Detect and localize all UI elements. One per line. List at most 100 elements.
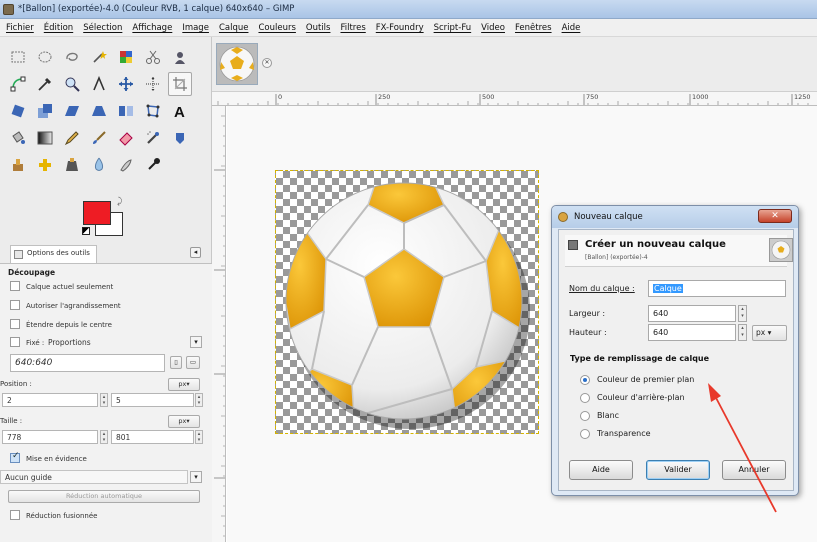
menu-fx-foundry[interactable]: FX-Foundry: [376, 23, 424, 33]
portrait-button[interactable]: ▯: [170, 356, 182, 369]
layer-name-label: Nom du calque :: [569, 284, 635, 293]
cage-icon[interactable]: [141, 99, 165, 123]
smudge-icon[interactable]: [114, 153, 138, 177]
crop-icon[interactable]: [168, 72, 192, 96]
pencil-icon[interactable]: [60, 126, 84, 150]
unit-select[interactable]: px ▾: [752, 325, 787, 341]
ok-button[interactable]: Valider: [646, 460, 710, 480]
zoom-icon[interactable]: [60, 72, 84, 96]
current-layer-only-checkbox[interactable]: [10, 281, 20, 291]
menu-fichier[interactable]: Fichier: [6, 23, 34, 33]
tab-tool-options[interactable]: Options des outils: [10, 245, 97, 263]
menu-filtres[interactable]: Filtres: [340, 23, 365, 33]
menu-calque[interactable]: Calque: [219, 23, 249, 33]
position-y-input[interactable]: 5: [111, 393, 194, 407]
dodge-burn-icon[interactable]: [141, 153, 165, 177]
fixed-mode-dropdown-arrow[interactable]: ▾: [190, 336, 202, 348]
heal-icon[interactable]: [33, 153, 57, 177]
bucket-fill-icon[interactable]: [6, 126, 30, 150]
default-colors-icon[interactable]: [82, 227, 90, 235]
fill-foreground-radio[interactable]: [580, 375, 590, 385]
menu-script-fu[interactable]: Script-Fu: [434, 23, 472, 33]
menu-selection[interactable]: Sélection: [83, 23, 122, 33]
width-spinner[interactable]: ▴ ▾: [738, 305, 747, 322]
menu-outils[interactable]: Outils: [306, 23, 331, 33]
fill-white-radio[interactable]: [580, 411, 590, 421]
clone-icon[interactable]: [6, 153, 30, 177]
foreground-color-swatch[interactable]: [83, 201, 111, 225]
panel-menu-button[interactable]: ◂: [190, 247, 201, 258]
ink-icon[interactable]: [168, 126, 192, 150]
airbrush-icon[interactable]: [141, 126, 165, 150]
move-icon[interactable]: [114, 72, 138, 96]
size-unit-select[interactable]: px▾: [168, 415, 200, 428]
height-input[interactable]: 640: [648, 324, 736, 341]
landscape-button[interactable]: ▭: [186, 356, 200, 369]
lasso-icon[interactable]: [60, 45, 84, 69]
close-image-tab-icon[interactable]: ✕: [262, 58, 272, 68]
shear-icon[interactable]: [60, 99, 84, 123]
shrink-merged-checkbox[interactable]: [10, 510, 20, 520]
height-spinner[interactable]: ▴ ▾: [738, 324, 747, 341]
menu-aide[interactable]: Aide: [562, 23, 581, 33]
dialog-titlebar[interactable]: Nouveau calque ✕: [552, 206, 798, 228]
text-icon[interactable]: A: [168, 99, 192, 123]
fill-background-radio[interactable]: [580, 393, 590, 403]
blend-icon[interactable]: [33, 126, 57, 150]
layer-name-input[interactable]: Calque: [648, 280, 786, 297]
rotate-icon[interactable]: [6, 99, 30, 123]
size-width-input[interactable]: 778: [2, 430, 98, 444]
fill-transparency-radio[interactable]: [580, 429, 590, 439]
fixed-checkbox[interactable]: [10, 337, 20, 347]
ratio-input[interactable]: 640:640: [10, 354, 165, 372]
scale-icon[interactable]: [33, 99, 57, 123]
position-unit-select[interactable]: px▾: [168, 378, 200, 391]
perspective-icon[interactable]: [87, 99, 111, 123]
eraser-icon[interactable]: [114, 126, 138, 150]
size-height-spinner[interactable]: ▴ ▾: [195, 430, 203, 444]
align-icon[interactable]: [141, 72, 165, 96]
size-width-spinner[interactable]: ▴ ▾: [100, 430, 108, 444]
menu-edition[interactable]: Édition: [44, 23, 73, 33]
ellipse-select-icon[interactable]: [33, 45, 57, 69]
paintbrush-icon[interactable]: [87, 126, 111, 150]
guides-dropdown-arrow[interactable]: ▾: [190, 471, 202, 483]
help-button[interactable]: Aide: [569, 460, 633, 480]
rect-select-icon[interactable]: [6, 45, 30, 69]
blur-icon[interactable]: [87, 153, 111, 177]
fixed-mode-select[interactable]: Proportions: [44, 336, 188, 350]
allow-growing-checkbox[interactable]: [10, 300, 20, 310]
dialog-close-button[interactable]: ✕: [758, 209, 792, 223]
color-select-icon[interactable]: [114, 45, 138, 69]
expand-from-center-checkbox[interactable]: [10, 319, 20, 329]
color-picker-icon[interactable]: [33, 72, 57, 96]
scissors-icon[interactable]: [141, 45, 165, 69]
position-x-input[interactable]: 2: [2, 393, 98, 407]
flip-icon[interactable]: [114, 99, 138, 123]
fuzzy-select-icon[interactable]: [87, 45, 111, 69]
auto-shrink-button[interactable]: Réduction automatique: [8, 490, 200, 503]
paths-icon[interactable]: [6, 72, 30, 96]
expand-from-center-label: Étendre depuis le centre: [26, 321, 112, 329]
toolbox: A ⤸ Options des outils ◂ Découpage Calqu…: [0, 37, 212, 542]
soccer-ball-image[interactable]: [275, 170, 539, 434]
cancel-button[interactable]: Annuler: [722, 460, 786, 480]
measure-icon[interactable]: [87, 72, 111, 96]
svg-text:A: A: [174, 104, 185, 119]
menu-couleurs[interactable]: Couleurs: [258, 23, 295, 33]
position-x-spinner[interactable]: ▴ ▾: [100, 393, 108, 407]
perspective-clone-icon[interactable]: [60, 153, 84, 177]
guides-select[interactable]: Aucun guide: [0, 470, 188, 484]
menu-fenetres[interactable]: Fenêtres: [515, 23, 552, 33]
position-label: Position :: [0, 380, 32, 388]
swap-colors-icon[interactable]: ⤸: [117, 197, 122, 207]
image-thumbnail[interactable]: [216, 43, 258, 85]
width-input[interactable]: 640: [648, 305, 736, 322]
menu-image[interactable]: Image: [182, 23, 209, 33]
menu-affichage[interactable]: Affichage: [132, 23, 172, 33]
foreground-select-icon[interactable]: [168, 45, 192, 69]
highlight-checkbox[interactable]: [10, 451, 20, 463]
position-y-spinner[interactable]: ▴ ▾: [195, 393, 203, 407]
menu-video[interactable]: Video: [481, 23, 505, 33]
size-height-input[interactable]: 801: [111, 430, 194, 444]
